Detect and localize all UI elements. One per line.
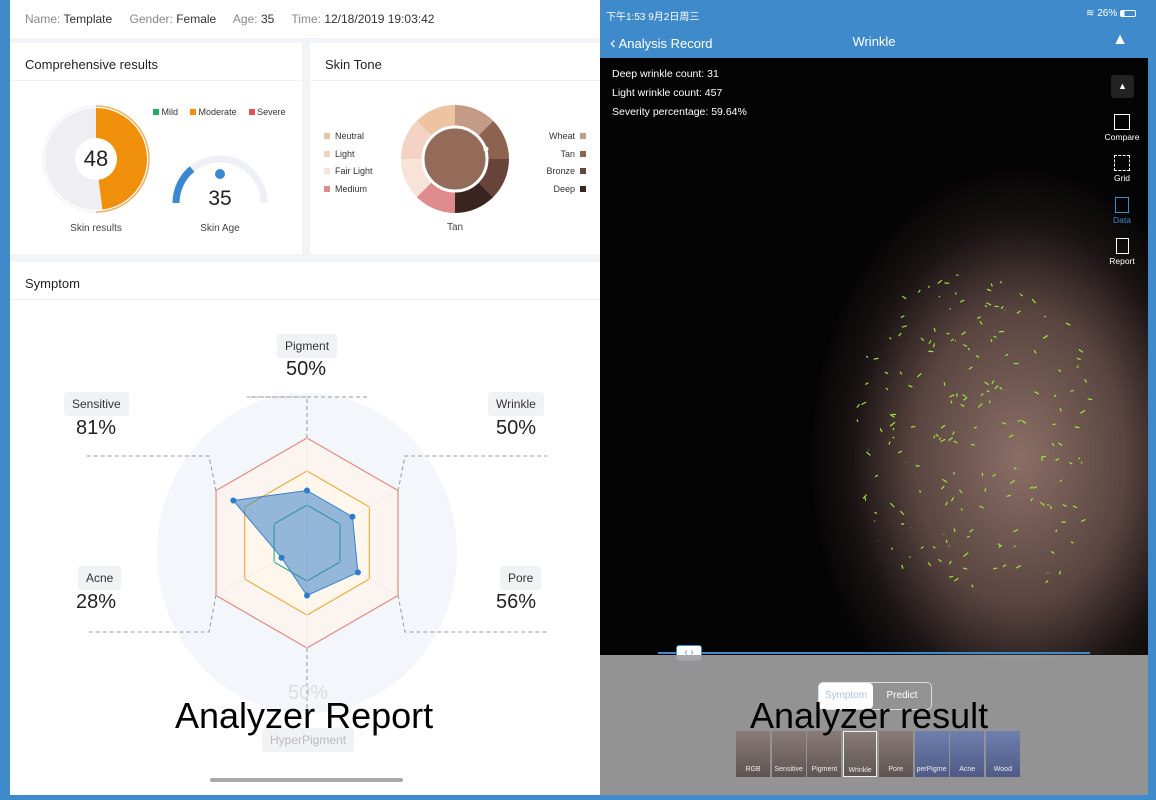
thumb-sensitive[interactable]: Sensitive — [771, 731, 806, 777]
thumb-pigment[interactable]: Pigment — [807, 731, 842, 777]
thumb-wood[interactable]: Wood — [985, 731, 1020, 777]
tone-center — [421, 125, 489, 193]
image-mode-icon[interactable]: ▲ — [1112, 31, 1128, 49]
light-wrinkle-count: Light wrinkle count: 457 — [612, 87, 723, 99]
battery-icon — [1120, 9, 1136, 17]
thumb-pore[interactable]: Pore — [878, 731, 913, 777]
grid-button[interactable]: Grid — [1100, 155, 1144, 183]
tone-legend-item: Medium — [324, 184, 367, 194]
age-arc — [172, 166, 195, 204]
skin-score: 48 — [83, 146, 109, 171]
tone-legend-item: Wheat — [549, 131, 586, 141]
axis-label-pigment: Pigment — [277, 334, 338, 358]
skin-tone-wheel — [401, 105, 509, 213]
tone-legend-item: Deep — [553, 184, 586, 194]
tone-indicator — [483, 146, 489, 152]
data-point-acne — [278, 554, 285, 561]
severity-percentage: Severity percentage: 59.64% — [612, 106, 747, 118]
tone-legend-item: Tan — [560, 149, 586, 159]
data-button[interactable]: Data — [1100, 197, 1144, 225]
axis-label-wrinkle: Wrinkle — [488, 392, 544, 416]
axis-value-acne: 28% — [76, 591, 117, 613]
skin-tone-card: Skin Tone Neutral Light Fair Light Medium Wh… — [310, 43, 600, 254]
skin-age: 35 — [208, 187, 232, 210]
analyzer-report-panel: Name: Template Gender: Female Age: 35 Ti… — [10, 0, 600, 795]
caption-analyzer-result: Analyzer result — [750, 695, 989, 736]
thumb-perpigme[interactable]: perPigme — [914, 731, 949, 777]
data-point-hyperpigment — [304, 592, 310, 599]
skin-tone-result: Tan — [446, 222, 464, 233]
patient-info: Name: Template Gender: Female Age: 35 Ti… — [10, 0, 600, 38]
compare-icon — [1114, 114, 1130, 130]
wifi-icon: ≋ — [1086, 8, 1095, 19]
card-title: Symptom — [10, 262, 600, 300]
report-button[interactable]: Report — [1100, 238, 1144, 266]
axis-label-sensitive: Sensitive — [64, 392, 129, 416]
report-icon — [1115, 238, 1129, 254]
analyzer-result-panel: 下午1:53 9月2日周三 ≋ 26% ‹ Analysis Record Wr… — [600, 0, 1148, 795]
tone-legend-item: Bronze — [546, 166, 586, 176]
data-icon — [1115, 197, 1129, 213]
scroll-indicator[interactable] — [210, 778, 403, 782]
severity-legend: Mild Moderate Severe — [153, 107, 286, 117]
axis-value-pigment: 50% — [286, 358, 327, 380]
data-point-wrinkle — [349, 513, 356, 520]
tone-legend-item: Neutral — [324, 131, 364, 141]
thumb-rgb[interactable]: RGB — [736, 731, 770, 777]
axis-value-sensitive: 81% — [76, 417, 117, 439]
axis-label-acne: Acne — [78, 566, 122, 590]
data-point-pigment — [304, 487, 310, 494]
card-title: Skin Tone — [310, 43, 600, 81]
age-badge-icon — [215, 169, 225, 179]
axis-label-pore: Pore — [500, 566, 542, 590]
data-point-pore — [354, 569, 361, 576]
collapse-up-button[interactable]: ▲ — [1111, 75, 1134, 98]
wrinkle-marks — [856, 274, 1093, 588]
deep-wrinkle-count: Deep wrinkle count: 31 — [612, 68, 719, 80]
tone-legend-item: Light — [324, 149, 355, 159]
axis-value-pore: 56% — [496, 591, 537, 613]
card-title: Comprehensive results — [10, 43, 302, 81]
status-bar: 下午1:53 9月2日周三 ≋ 26% — [600, 0, 1148, 28]
nav-bar: ‹ Analysis Record Wrinkle ▲ — [600, 28, 1148, 58]
comprehensive-card: Comprehensive results 48 Skin results 35… — [10, 43, 302, 254]
compare-slider-track[interactable] — [658, 652, 1090, 654]
data-point-sensitive — [230, 497, 237, 504]
page-title: Wrinkle — [852, 34, 896, 49]
thumb-acne[interactable]: Acne — [950, 731, 985, 777]
axis-value-wrinkle: 50% — [496, 417, 537, 439]
tone-legend-item: Fair Light — [324, 166, 373, 176]
thumb-wrinkle[interactable]: Wrinkle — [843, 731, 878, 777]
compare-button[interactable]: Compare — [1100, 114, 1144, 142]
caption-analyzer-report: Analyzer Report — [175, 695, 434, 736]
grid-icon — [1114, 155, 1130, 171]
face-photo[interactable]: Deep wrinkle count: 31 Light wrinkle cou… — [600, 58, 1148, 661]
